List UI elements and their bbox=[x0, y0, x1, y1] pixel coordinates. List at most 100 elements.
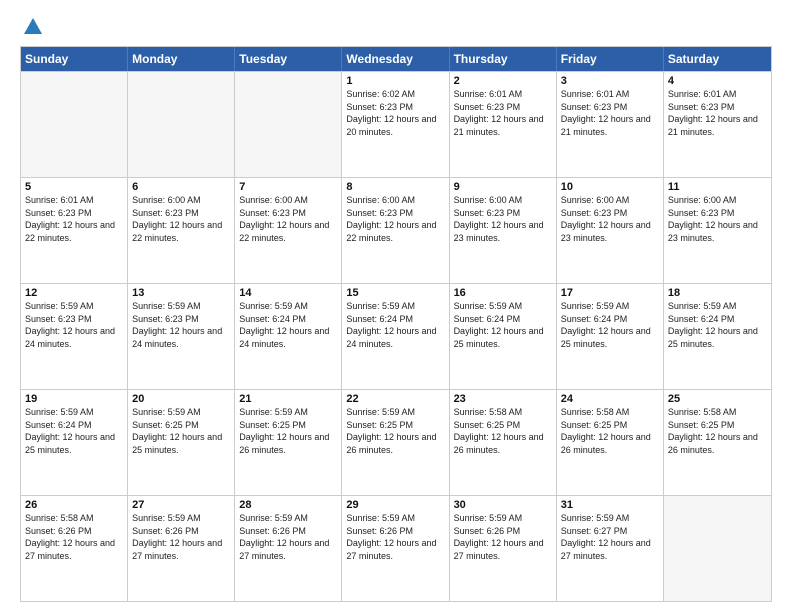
day-info: Sunrise: 6:00 AMSunset: 6:23 PMDaylight:… bbox=[239, 194, 337, 244]
day-info: Sunrise: 6:00 AMSunset: 6:23 PMDaylight:… bbox=[668, 194, 767, 244]
day-info: Sunrise: 5:59 AMSunset: 6:25 PMDaylight:… bbox=[346, 406, 444, 456]
day-number: 7 bbox=[239, 181, 337, 193]
day-info: Sunrise: 5:59 AMSunset: 6:23 PMDaylight:… bbox=[25, 300, 123, 350]
day-cell-30: 30Sunrise: 5:59 AMSunset: 6:26 PMDayligh… bbox=[450, 496, 557, 601]
day-number: 8 bbox=[346, 181, 444, 193]
day-info: Sunrise: 6:00 AMSunset: 6:23 PMDaylight:… bbox=[561, 194, 659, 244]
day-number: 19 bbox=[25, 393, 123, 405]
day-cell-3: 3Sunrise: 6:01 AMSunset: 6:23 PMDaylight… bbox=[557, 72, 664, 177]
day-cell-25: 25Sunrise: 5:58 AMSunset: 6:25 PMDayligh… bbox=[664, 390, 771, 495]
day-number: 13 bbox=[132, 287, 230, 299]
day-header-saturday: Saturday bbox=[664, 47, 771, 71]
day-info: Sunrise: 5:59 AMSunset: 6:26 PMDaylight:… bbox=[346, 512, 444, 562]
day-number: 31 bbox=[561, 499, 659, 511]
empty-cell bbox=[21, 72, 128, 177]
day-number: 6 bbox=[132, 181, 230, 193]
day-number: 11 bbox=[668, 181, 767, 193]
day-cell-8: 8Sunrise: 6:00 AMSunset: 6:23 PMDaylight… bbox=[342, 178, 449, 283]
calendar: SundayMondayTuesdayWednesdayThursdayFrid… bbox=[20, 46, 772, 602]
day-cell-21: 21Sunrise: 5:59 AMSunset: 6:25 PMDayligh… bbox=[235, 390, 342, 495]
day-info: Sunrise: 5:58 AMSunset: 6:25 PMDaylight:… bbox=[454, 406, 552, 456]
day-number: 20 bbox=[132, 393, 230, 405]
day-number: 16 bbox=[454, 287, 552, 299]
day-info: Sunrise: 6:00 AMSunset: 6:23 PMDaylight:… bbox=[132, 194, 230, 244]
day-number: 30 bbox=[454, 499, 552, 511]
empty-cell bbox=[128, 72, 235, 177]
day-info: Sunrise: 5:59 AMSunset: 6:25 PMDaylight:… bbox=[239, 406, 337, 456]
day-info: Sunrise: 6:00 AMSunset: 6:23 PMDaylight:… bbox=[346, 194, 444, 244]
day-cell-20: 20Sunrise: 5:59 AMSunset: 6:25 PMDayligh… bbox=[128, 390, 235, 495]
day-number: 21 bbox=[239, 393, 337, 405]
day-info: Sunrise: 5:59 AMSunset: 6:24 PMDaylight:… bbox=[25, 406, 123, 456]
calendar-header: SundayMondayTuesdayWednesdayThursdayFrid… bbox=[21, 47, 771, 71]
day-cell-11: 11Sunrise: 6:00 AMSunset: 6:23 PMDayligh… bbox=[664, 178, 771, 283]
day-info: Sunrise: 5:59 AMSunset: 6:23 PMDaylight:… bbox=[132, 300, 230, 350]
day-info: Sunrise: 5:58 AMSunset: 6:25 PMDaylight:… bbox=[668, 406, 767, 456]
day-header-sunday: Sunday bbox=[21, 47, 128, 71]
day-cell-1: 1Sunrise: 6:02 AMSunset: 6:23 PMDaylight… bbox=[342, 72, 449, 177]
week-row-4: 19Sunrise: 5:59 AMSunset: 6:24 PMDayligh… bbox=[21, 389, 771, 495]
day-header-friday: Friday bbox=[557, 47, 664, 71]
day-info: Sunrise: 6:01 AMSunset: 6:23 PMDaylight:… bbox=[561, 88, 659, 138]
day-cell-5: 5Sunrise: 6:01 AMSunset: 6:23 PMDaylight… bbox=[21, 178, 128, 283]
day-info: Sunrise: 5:58 AMSunset: 6:25 PMDaylight:… bbox=[561, 406, 659, 456]
day-info: Sunrise: 6:01 AMSunset: 6:23 PMDaylight:… bbox=[668, 88, 767, 138]
day-cell-12: 12Sunrise: 5:59 AMSunset: 6:23 PMDayligh… bbox=[21, 284, 128, 389]
day-info: Sunrise: 5:59 AMSunset: 6:24 PMDaylight:… bbox=[668, 300, 767, 350]
day-cell-14: 14Sunrise: 5:59 AMSunset: 6:24 PMDayligh… bbox=[235, 284, 342, 389]
day-info: Sunrise: 5:59 AMSunset: 6:27 PMDaylight:… bbox=[561, 512, 659, 562]
day-number: 15 bbox=[346, 287, 444, 299]
day-cell-2: 2Sunrise: 6:01 AMSunset: 6:23 PMDaylight… bbox=[450, 72, 557, 177]
day-number: 28 bbox=[239, 499, 337, 511]
day-number: 26 bbox=[25, 499, 123, 511]
day-cell-31: 31Sunrise: 5:59 AMSunset: 6:27 PMDayligh… bbox=[557, 496, 664, 601]
day-number: 18 bbox=[668, 287, 767, 299]
day-cell-24: 24Sunrise: 5:58 AMSunset: 6:25 PMDayligh… bbox=[557, 390, 664, 495]
day-info: Sunrise: 5:59 AMSunset: 6:25 PMDaylight:… bbox=[132, 406, 230, 456]
logo-icon bbox=[22, 16, 44, 38]
day-header-monday: Monday bbox=[128, 47, 235, 71]
day-number: 29 bbox=[346, 499, 444, 511]
calendar-body: 1Sunrise: 6:02 AMSunset: 6:23 PMDaylight… bbox=[21, 71, 771, 601]
day-cell-29: 29Sunrise: 5:59 AMSunset: 6:26 PMDayligh… bbox=[342, 496, 449, 601]
day-cell-15: 15Sunrise: 5:59 AMSunset: 6:24 PMDayligh… bbox=[342, 284, 449, 389]
day-info: Sunrise: 6:01 AMSunset: 6:23 PMDaylight:… bbox=[25, 194, 123, 244]
day-cell-6: 6Sunrise: 6:00 AMSunset: 6:23 PMDaylight… bbox=[128, 178, 235, 283]
day-cell-4: 4Sunrise: 6:01 AMSunset: 6:23 PMDaylight… bbox=[664, 72, 771, 177]
day-number: 14 bbox=[239, 287, 337, 299]
empty-cell bbox=[664, 496, 771, 601]
day-cell-9: 9Sunrise: 6:00 AMSunset: 6:23 PMDaylight… bbox=[450, 178, 557, 283]
day-info: Sunrise: 5:59 AMSunset: 6:26 PMDaylight:… bbox=[132, 512, 230, 562]
day-info: Sunrise: 5:59 AMSunset: 6:26 PMDaylight:… bbox=[239, 512, 337, 562]
day-number: 4 bbox=[668, 75, 767, 87]
day-number: 17 bbox=[561, 287, 659, 299]
day-header-tuesday: Tuesday bbox=[235, 47, 342, 71]
day-number: 12 bbox=[25, 287, 123, 299]
day-number: 10 bbox=[561, 181, 659, 193]
day-info: Sunrise: 5:58 AMSunset: 6:26 PMDaylight:… bbox=[25, 512, 123, 562]
header bbox=[20, 16, 772, 36]
page: SundayMondayTuesdayWednesdayThursdayFrid… bbox=[0, 0, 792, 612]
day-cell-19: 19Sunrise: 5:59 AMSunset: 6:24 PMDayligh… bbox=[21, 390, 128, 495]
day-number: 25 bbox=[668, 393, 767, 405]
day-number: 27 bbox=[132, 499, 230, 511]
day-info: Sunrise: 5:59 AMSunset: 6:24 PMDaylight:… bbox=[454, 300, 552, 350]
day-info: Sunrise: 6:00 AMSunset: 6:23 PMDaylight:… bbox=[454, 194, 552, 244]
day-header-thursday: Thursday bbox=[450, 47, 557, 71]
day-number: 5 bbox=[25, 181, 123, 193]
week-row-2: 5Sunrise: 6:01 AMSunset: 6:23 PMDaylight… bbox=[21, 177, 771, 283]
day-info: Sunrise: 6:02 AMSunset: 6:23 PMDaylight:… bbox=[346, 88, 444, 138]
day-info: Sunrise: 5:59 AMSunset: 6:24 PMDaylight:… bbox=[239, 300, 337, 350]
day-cell-16: 16Sunrise: 5:59 AMSunset: 6:24 PMDayligh… bbox=[450, 284, 557, 389]
day-cell-13: 13Sunrise: 5:59 AMSunset: 6:23 PMDayligh… bbox=[128, 284, 235, 389]
day-number: 1 bbox=[346, 75, 444, 87]
logo bbox=[20, 16, 44, 36]
week-row-1: 1Sunrise: 6:02 AMSunset: 6:23 PMDaylight… bbox=[21, 71, 771, 177]
day-header-wednesday: Wednesday bbox=[342, 47, 449, 71]
day-number: 23 bbox=[454, 393, 552, 405]
empty-cell bbox=[235, 72, 342, 177]
logo-text bbox=[20, 16, 44, 38]
day-cell-18: 18Sunrise: 5:59 AMSunset: 6:24 PMDayligh… bbox=[664, 284, 771, 389]
day-cell-28: 28Sunrise: 5:59 AMSunset: 6:26 PMDayligh… bbox=[235, 496, 342, 601]
day-cell-17: 17Sunrise: 5:59 AMSunset: 6:24 PMDayligh… bbox=[557, 284, 664, 389]
